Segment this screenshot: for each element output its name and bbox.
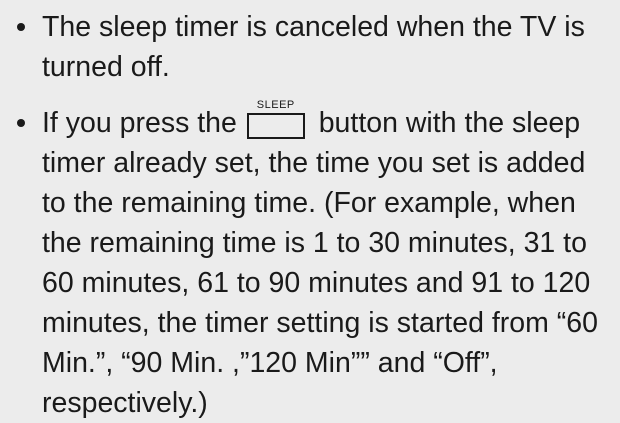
note-text-before: If you press the bbox=[42, 107, 245, 139]
sleep-button-label: SLEEP bbox=[256, 99, 295, 111]
manual-page: The sleep timer is canceled when the TV … bbox=[0, 0, 620, 419]
note-item-sleep-add: If you press the SLEEP button with the s… bbox=[14, 100, 610, 423]
note-item-sleep-cancel: The sleep timer is canceled when the TV … bbox=[14, 7, 610, 87]
note-text-after: button with the sleep timer already set,… bbox=[42, 107, 598, 419]
bullet-icon bbox=[17, 23, 25, 31]
bullet-icon bbox=[17, 119, 25, 127]
note-text: The sleep timer is canceled when the TV … bbox=[42, 11, 585, 83]
sleep-button-icon: SLEEP bbox=[246, 100, 305, 139]
sleep-button-box bbox=[246, 113, 305, 139]
notes-list: The sleep timer is canceled when the TV … bbox=[14, 7, 610, 423]
